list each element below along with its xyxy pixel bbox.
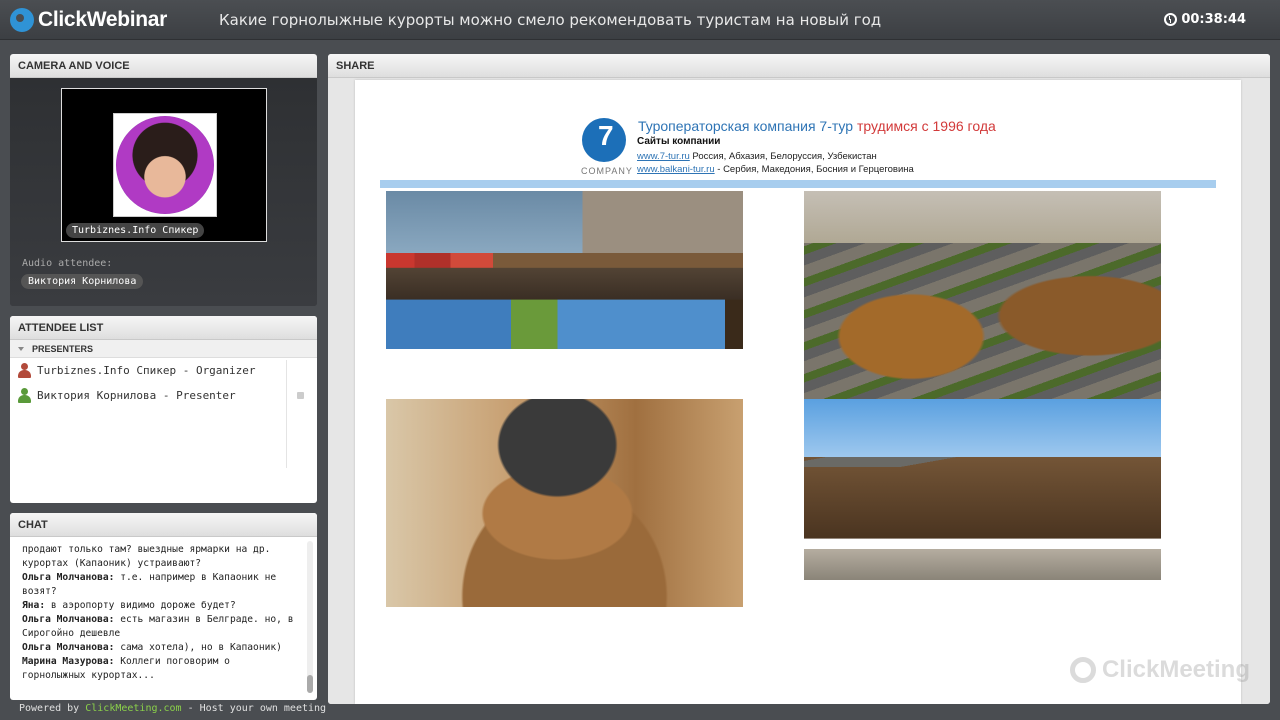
- collapse-arrow-icon[interactable]: [18, 346, 24, 351]
- presentation-slide: 7 COMPANY Туроператорская компания 7-тур…: [355, 80, 1241, 704]
- shared-screen: 7 COMPANY Туроператорская компания 7-тур…: [328, 78, 1270, 704]
- chat-messages: продают только там? выездные ярмарки на …: [10, 537, 317, 700]
- chat-line: Марина Мазурова: Коллеги поговорим о: [22, 656, 230, 667]
- audio-attendee-name: Виктория Корнилова: [21, 274, 144, 289]
- app-logo: ClickWebinar: [10, 7, 167, 33]
- group-label: PRESENTERS: [32, 343, 94, 354]
- session-timer: 00:38:44: [1164, 12, 1246, 27]
- chat-line: Ольга Молчанова: т.е. например в Капаони…: [22, 572, 277, 583]
- company-logo-caption: COMPANY: [581, 166, 633, 176]
- clickmeeting-watermark: ClickMeeting: [1069, 656, 1250, 684]
- camera-panel-header: CAMERA AND VOICE: [10, 54, 317, 78]
- share-panel: SHARE 7 COMPANY Туроператорская компания…: [328, 54, 1270, 704]
- speaker-avatar: [113, 113, 217, 217]
- attendee-list-panel: ATTENDEE LIST PRESENTERS Turbiznes.Info …: [10, 316, 317, 503]
- organizer-user-icon: [17, 363, 31, 378]
- clickwebinar-logo-icon: [10, 8, 34, 32]
- company-logo-number: 7: [598, 120, 614, 151]
- presenters-group[interactable]: PRESENTERS: [10, 340, 317, 358]
- site-line-2: www.balkani-tur.ru - Сербия, Македония, …: [637, 164, 914, 175]
- attendee-panel-header: ATTENDEE LIST: [10, 316, 317, 340]
- chat-scrollbar[interactable]: [307, 541, 313, 693]
- photo-mountain-village: [804, 191, 1161, 399]
- clickmeeting-logo-icon: [1069, 657, 1096, 683]
- logo-text: ClickWebinar: [38, 8, 168, 31]
- chat-line: курортах (Капаоник) устраивают?: [22, 558, 202, 569]
- chat-line: Сирогойно дешевле: [22, 628, 121, 639]
- chat-line: Ольга Молчанова: сама хотела), но в Капа…: [22, 642, 282, 653]
- slide-divider: [380, 180, 1216, 188]
- attendee-name: Turbiznes.Info Спикер - Organizer: [37, 364, 256, 377]
- clickmeeting-link[interactable]: ClickMeeting.com: [85, 703, 181, 714]
- attendee-name: Виктория Корнилова - Presenter: [37, 389, 236, 402]
- attendee-row[interactable]: Turbiznes.Info Спикер - Organizer: [10, 358, 317, 383]
- presenter-user-icon: [17, 388, 31, 403]
- audio-attendee-label: Audio attendee:: [22, 258, 113, 269]
- webinar-title: Какие горнолыжные курорты можно смело ре…: [219, 11, 882, 29]
- chat-line: Ольга Молчанова: есть магазин в Белграде…: [22, 614, 294, 625]
- chat-line: Яна: в аэропорту видимо дороже будет?: [22, 600, 236, 611]
- camera-voice-panel: CAMERA AND VOICE Turbiznes.Info Спикер A…: [10, 54, 317, 306]
- photo-blue-bench: [386, 191, 743, 399]
- chat-line: продают только там? выездные ярмарки на …: [22, 544, 271, 555]
- powered-by-footer: Powered by ClickMeeting.com - Host your …: [19, 703, 327, 714]
- clock-icon: [1164, 13, 1178, 26]
- slide-subtitle: Сайты компании: [637, 136, 721, 147]
- chat-line: возят?: [22, 586, 57, 597]
- timer-value: 00:38:44: [1181, 12, 1246, 27]
- attendee-row[interactable]: Виктория Корнилова - Presenter: [10, 383, 317, 408]
- speaker-name-tag: Turbiznes.Info Спикер: [66, 223, 205, 238]
- chat-line: горнолыжных курортах...: [22, 670, 155, 681]
- top-bar: ClickWebinar Какие горнолыжные курорты м…: [0, 0, 1280, 40]
- photo-wooden-house: [804, 399, 1161, 607]
- photo-wooden-statue: [386, 399, 743, 607]
- chat-scroll-thumb[interactable]: [307, 675, 313, 693]
- site-line-1: www.7-tur.ru Россия, Абхазия, Белоруссия…: [637, 151, 877, 162]
- slide-title: Туроператорская компания 7-тур трудимся …: [638, 118, 996, 134]
- share-panel-header: SHARE: [328, 54, 1270, 78]
- speaker-volume-icon[interactable]: [297, 392, 304, 399]
- speaker-video[interactable]: Turbiznes.Info Спикер: [61, 88, 267, 242]
- chat-panel: CHAT продают только там? выездные ярмарк…: [10, 513, 317, 700]
- attendee-list-scrollbar[interactable]: [286, 360, 287, 468]
- chat-panel-header: CHAT: [10, 513, 317, 537]
